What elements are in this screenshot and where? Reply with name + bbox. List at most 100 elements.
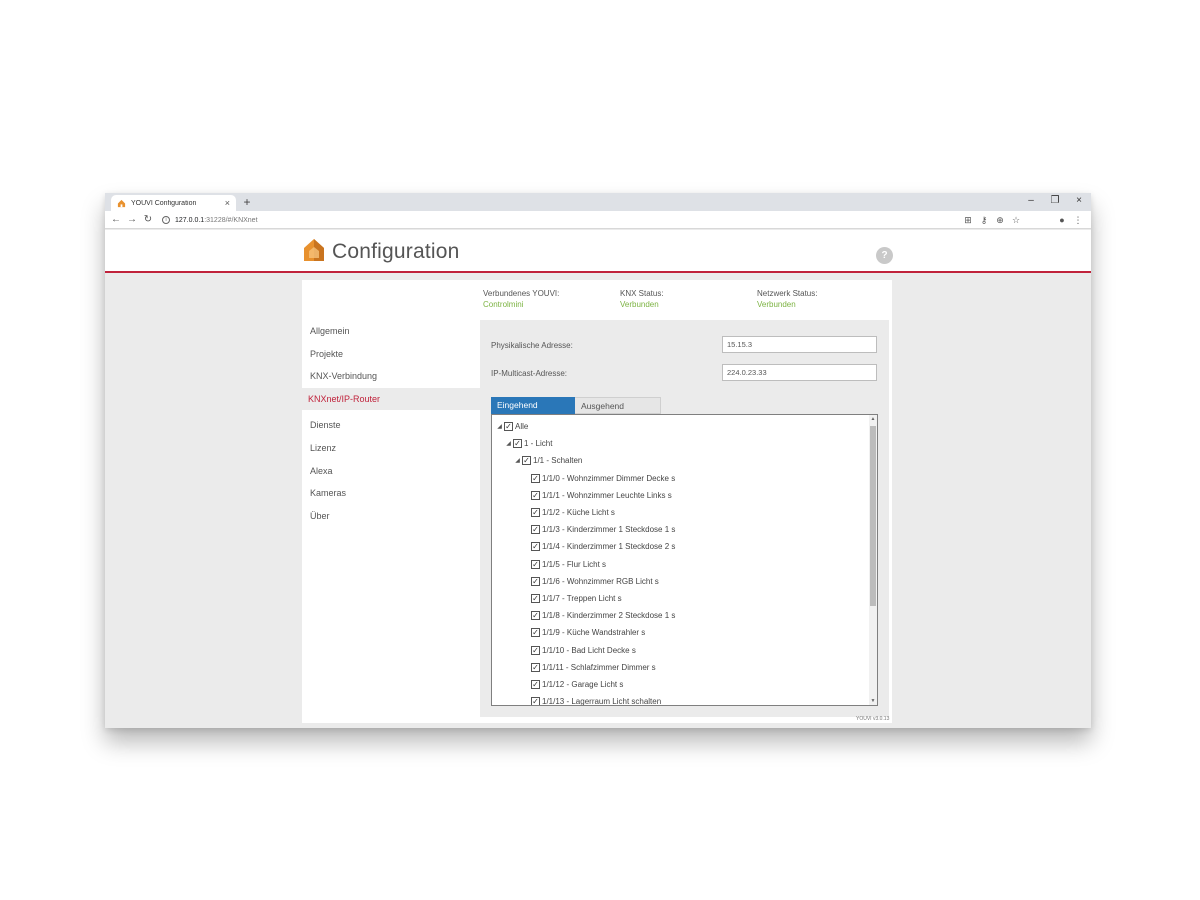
- tab-strip: YOUVI Configuration × + – ❐ ×: [105, 193, 1091, 211]
- sidebar-item-allgemein[interactable]: Allgemein: [302, 320, 480, 343]
- connected-youvi-value: Controlmini: [483, 300, 524, 309]
- forward-arrow-icon[interactable]: →: [126, 213, 138, 227]
- sidebar-item-dienste[interactable]: Dienste: [302, 414, 480, 437]
- app-area: Configuration ? Verbundenes YOUVI: Contr…: [105, 230, 1091, 728]
- tree-node[interactable]: ✓ 1/1/9 - Küche Wandstrahler s: [492, 624, 870, 641]
- page-title: Configuration: [332, 240, 460, 263]
- tree-node-label: 1/1/10 - Bad Licht Decke s: [542, 645, 636, 655]
- expand-triangle-icon[interactable]: ◢: [513, 457, 522, 464]
- account-icon[interactable]: ●: [1056, 213, 1068, 227]
- checkbox-checked-icon[interactable]: ✓: [531, 611, 540, 621]
- tab-ausgehend[interactable]: Ausgehend: [575, 397, 661, 414]
- network-status-value: Verbunden: [757, 300, 796, 309]
- minimize-icon[interactable]: –: [1024, 194, 1038, 208]
- sidebar-item-lizenz[interactable]: Lizenz: [302, 437, 480, 460]
- tree-node-label: 1/1/5 - Flur Licht s: [542, 559, 607, 569]
- tree-list: ◢ ✓ Alle ◢ ✓ 1 - Licht ◢ ✓ 1/1 - Schalten ✓ 1/1/0 …: [492, 418, 870, 706]
- physical-address-input[interactable]: [722, 336, 877, 353]
- knxnet-content: Physikalische Adresse: IP-Multicast-Adre…: [480, 320, 889, 717]
- tree-node-label: 1/1/1 - Wohnzimmer Leuchte Links s: [542, 490, 672, 500]
- scroll-down-icon[interactable]: ▼: [869, 697, 877, 705]
- checkbox-checked-icon[interactable]: ✓: [531, 697, 540, 705]
- restore-icon[interactable]: ❐: [1048, 194, 1062, 208]
- sidebar-item-ueber[interactable]: Über: [302, 505, 480, 528]
- tree-node-label: 1/1/11 - Schlafzimmer Dimmer s: [542, 662, 656, 672]
- checkbox-checked-icon[interactable]: ✓: [531, 645, 540, 655]
- main-panel: Verbundenes YOUVI: Controlmini KNX Statu…: [302, 280, 892, 723]
- sidebar-item-kameras[interactable]: Kameras: [302, 482, 480, 505]
- sidebar-item-alexa[interactable]: Alexa: [302, 460, 480, 483]
- checkbox-checked-icon[interactable]: ✓: [531, 508, 540, 518]
- checkbox-checked-icon[interactable]: ✓: [522, 456, 531, 466]
- key-icon[interactable]: ⚷: [978, 213, 990, 227]
- checkbox-checked-icon[interactable]: ✓: [513, 439, 522, 449]
- tab-eingehend[interactable]: Eingehend: [491, 397, 575, 414]
- address-bar[interactable]: i 127.0.0.1:31228/#/KNXnet: [162, 213, 1012, 227]
- checkbox-checked-icon[interactable]: ✓: [531, 576, 540, 586]
- tree-node[interactable]: ✓ 1/1/1 - Wohnzimmer Leuchte Links s: [492, 487, 870, 504]
- translate-icon[interactable]: ⊞: [962, 213, 974, 227]
- close-window-icon[interactable]: ×: [1072, 194, 1086, 208]
- tree-node[interactable]: ✓ 1/1/6 - Wohnzimmer RGB Licht s: [492, 573, 870, 590]
- zoom-icon[interactable]: ⊕: [994, 213, 1006, 227]
- tab-title: YOUVI Configuration: [131, 199, 197, 207]
- knx-status-label: KNX Status:: [620, 289, 664, 298]
- scroll-thumb[interactable]: [870, 426, 876, 606]
- tree-node[interactable]: ✓ 1/1/2 - Küche Licht s: [492, 504, 870, 521]
- tree-node-label: Alle: [515, 422, 529, 432]
- expand-triangle-icon[interactable]: ◢: [504, 440, 513, 447]
- checkbox-checked-icon[interactable]: ✓: [531, 628, 540, 638]
- menu-dots-icon[interactable]: ⋮: [1072, 213, 1084, 227]
- knx-status-value: Verbunden: [620, 300, 659, 309]
- back-arrow-icon[interactable]: ←: [110, 213, 122, 227]
- tree-node-label: 1/1/3 - Kinderzimmer 1 Steckdose 1 s: [542, 525, 676, 535]
- checkbox-checked-icon[interactable]: ✓: [531, 473, 540, 483]
- checkbox-checked-icon[interactable]: ✓: [504, 422, 513, 432]
- checkbox-checked-icon[interactable]: ✓: [531, 525, 540, 535]
- tree-node[interactable]: ◢ ✓ Alle: [492, 418, 870, 435]
- version-label: YOUVI v3.0.13: [856, 716, 890, 722]
- sidebar-item-knx-verbindung[interactable]: KNX-Verbindung: [302, 365, 480, 388]
- tree-node-label: 1/1 - Schalten: [533, 456, 583, 466]
- tree-node[interactable]: ✓ 1/1/4 - Kinderzimmer 1 Steckdose 2 s: [492, 538, 870, 555]
- new-tab-button[interactable]: +: [240, 195, 254, 209]
- tree-node[interactable]: ✓ 1/1/11 - Schlafzimmer Dimmer s: [492, 659, 870, 676]
- checkbox-checked-icon[interactable]: ✓: [531, 542, 540, 552]
- tree-node-label: 1/1/13 - Lagerraum Licht schalten: [542, 697, 662, 706]
- multicast-address-input[interactable]: [722, 364, 877, 381]
- site-info-icon[interactable]: i: [162, 216, 170, 224]
- tree-node[interactable]: ✓ 1/1/0 - Wohnzimmer Dimmer Decke s: [492, 470, 870, 487]
- tree-node[interactable]: ✓ 1/1/13 - Lagerraum Licht schalten: [492, 693, 870, 706]
- browser-tab[interactable]: YOUVI Configuration ×: [111, 195, 236, 211]
- network-status-label: Netzwerk Status:: [757, 289, 818, 298]
- tree-node[interactable]: ✓ 1/1/8 - Kinderzimmer 2 Steckdose 1 s: [492, 607, 870, 624]
- checkbox-checked-icon[interactable]: ✓: [531, 490, 540, 500]
- status-bar: Verbundenes YOUVI: Controlmini KNX Statu…: [483, 288, 883, 318]
- youvi-logo-icon: [304, 239, 324, 261]
- checkbox-checked-icon[interactable]: ✓: [531, 662, 540, 672]
- sidebar-item-projekte[interactable]: Projekte: [302, 343, 480, 366]
- tab-close-icon[interactable]: ×: [225, 198, 230, 208]
- connected-youvi-status: Verbundenes YOUVI: Controlmini: [483, 288, 559, 310]
- expand-triangle-icon[interactable]: ◢: [495, 423, 504, 430]
- network-status: Netzwerk Status: Verbunden: [757, 288, 817, 310]
- tree-scrollbar[interactable]: ▲ ▼: [869, 415, 877, 705]
- checkbox-checked-icon[interactable]: ✓: [531, 559, 540, 569]
- help-icon[interactable]: ?: [876, 247, 893, 264]
- tree-node[interactable]: ◢ ✓ 1/1 - Schalten: [492, 452, 870, 469]
- url-path: :31228/#/KNXnet: [204, 216, 258, 224]
- tree-node[interactable]: ✓ 1/1/12 - Garage Licht s: [492, 676, 870, 693]
- checkbox-checked-icon[interactable]: ✓: [531, 593, 540, 603]
- tree-node[interactable]: ◢ ✓ 1 - Licht: [492, 435, 870, 452]
- tree-node[interactable]: ✓ 1/1/7 - Treppen Licht s: [492, 590, 870, 607]
- checkbox-checked-icon[interactable]: ✓: [531, 679, 540, 689]
- sidebar-item-knxnet-ip-router[interactable]: KNXnet/IP-Router: [302, 387, 480, 411]
- reload-icon[interactable]: ↻: [142, 213, 154, 227]
- url-host: 127.0.0.1: [175, 216, 205, 224]
- tree-node[interactable]: ✓ 1/1/10 - Bad Licht Decke s: [492, 641, 870, 658]
- scroll-up-icon[interactable]: ▲: [869, 415, 877, 423]
- star-icon[interactable]: ☆: [1010, 213, 1022, 227]
- connected-youvi-label: Verbundenes YOUVI:: [483, 289, 560, 298]
- tree-node[interactable]: ✓ 1/1/5 - Flur Licht s: [492, 556, 870, 573]
- tree-node[interactable]: ✓ 1/1/3 - Kinderzimmer 1 Steckdose 1 s: [492, 521, 870, 538]
